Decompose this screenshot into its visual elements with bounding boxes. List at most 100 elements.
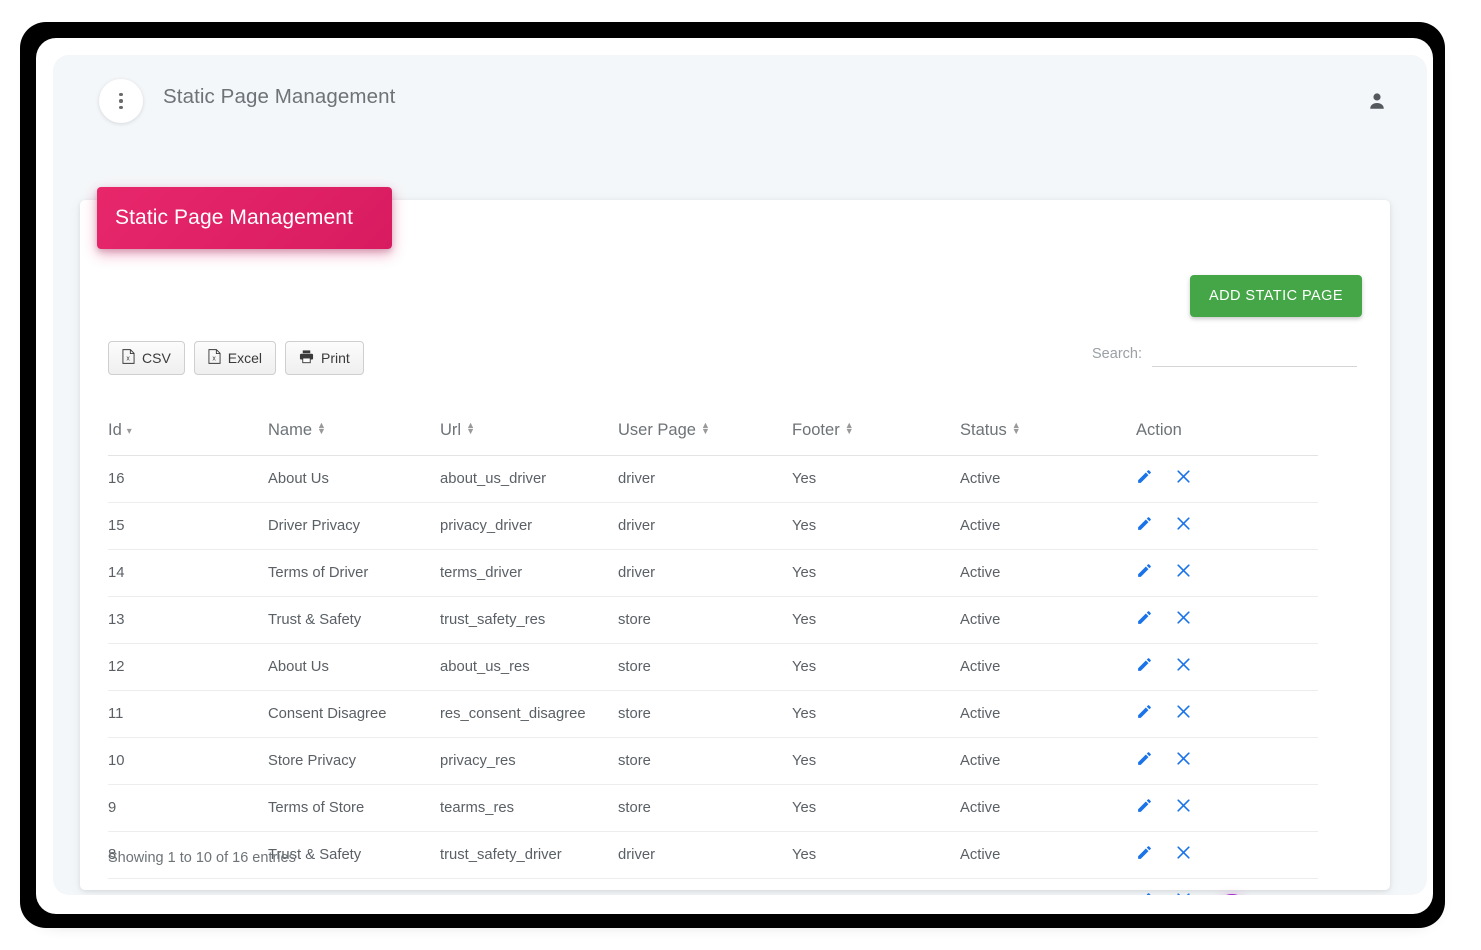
print-label: Print xyxy=(321,350,350,366)
cell-footer: Yes xyxy=(792,878,960,895)
cell-status: Active xyxy=(960,831,1136,879)
user-avatar-icon[interactable] xyxy=(1363,87,1391,115)
table-row: 11 Consent Disagree res_consent_disagree st… xyxy=(108,690,1318,738)
cell-user-page: driver xyxy=(618,502,792,550)
delete-x-icon[interactable] xyxy=(1175,750,1192,771)
delete-x-icon[interactable] xyxy=(1175,844,1192,865)
cell-footer: Yes xyxy=(792,502,960,550)
export-csv-button[interactable]: x CSV xyxy=(108,341,185,375)
cell-name: Driver Privacy xyxy=(268,502,440,550)
printer-icon xyxy=(299,349,314,367)
export-excel-label: Excel xyxy=(227,350,263,366)
cell-footer: Yes xyxy=(792,455,960,503)
cell-url: hospitality xyxy=(440,878,618,895)
cell-name: Consent Disagree xyxy=(268,690,440,738)
export-excel-button[interactable]: x Excel xyxy=(193,341,277,375)
cell-name: Trust & Safety xyxy=(268,596,440,644)
cell-footer: Yes xyxy=(792,690,960,738)
cell-action xyxy=(1136,643,1318,691)
search-input[interactable] xyxy=(1152,342,1357,367)
column-label-footer: Footer xyxy=(792,421,840,439)
table-row: 10 Store Privacy privacy_res store Yes Active xyxy=(108,737,1318,785)
export-csv-label: CSV xyxy=(142,350,171,366)
delete-x-icon[interactable] xyxy=(1175,797,1192,818)
sort-both-icon: ▲ ▼ xyxy=(317,420,326,436)
table-body: 16 About Us about_us_driver driver Yes Active… xyxy=(108,455,1318,895)
pagination-page-1[interactable]: 1 xyxy=(1213,894,1250,895)
delete-x-icon[interactable] xyxy=(1175,609,1192,630)
column-label-name: Name xyxy=(268,421,313,439)
app-viewport: Static Page Management ADD STATIC PAGE x… xyxy=(53,55,1427,895)
sort-both-icon: ▲ ▼ xyxy=(844,420,854,436)
column-label-url: Url xyxy=(440,421,462,439)
cell-action xyxy=(1136,502,1318,550)
pagination-page-2[interactable]: 2 xyxy=(1256,894,1292,895)
export-toolbar: x CSV x Excel Print xyxy=(108,341,364,375)
cell-url: about_us_res xyxy=(440,643,618,691)
edit-pencil-icon[interactable] xyxy=(1136,515,1153,536)
column-header-action: Action xyxy=(1136,421,1318,456)
column-header-url[interactable]: Url ▲ ▼ xyxy=(440,421,618,456)
edit-pencil-icon[interactable] xyxy=(1136,797,1153,818)
table-row: 14 Terms of Driver terms_driver driver Yes Ac… xyxy=(108,549,1318,597)
table-header: Id ▾ Name ▲ ▼ Url ▲ ▼ User Page ▲ ▼ Footer ▲ ▼ St… xyxy=(108,421,1318,456)
delete-x-icon[interactable] xyxy=(1175,656,1192,677)
table-row: 9 Terms of Store tearms_res store Yes Active xyxy=(108,784,1318,832)
cell-status: Active xyxy=(960,878,1136,895)
edit-pencil-icon[interactable] xyxy=(1136,844,1153,865)
cell-user-page: store xyxy=(618,690,792,738)
edit-pencil-icon[interactable] xyxy=(1136,750,1153,771)
cell-name: Store Privacy xyxy=(268,737,440,785)
card-badge-title: Static Page Management xyxy=(115,206,354,229)
cell-id: 14 xyxy=(108,549,268,597)
edit-pencil-icon[interactable] xyxy=(1136,609,1153,630)
cell-footer: Yes xyxy=(792,737,960,785)
cell-user-page: driver xyxy=(618,549,792,597)
file-excel-icon: x xyxy=(122,349,135,367)
svg-text:x: x xyxy=(212,356,216,363)
cell-action xyxy=(1136,455,1318,503)
cell-url: about_us_driver xyxy=(440,455,618,503)
cell-id: 11 xyxy=(108,690,268,738)
column-label-status: Status xyxy=(960,421,1007,439)
column-label-action: Action xyxy=(1136,421,1182,439)
column-header-id[interactable]: Id ▾ xyxy=(108,421,268,456)
delete-x-icon[interactable] xyxy=(1175,703,1192,724)
cell-action xyxy=(1136,690,1318,738)
cell-id: 7 xyxy=(108,878,268,895)
add-static-page-button[interactable]: ADD STATIC PAGE xyxy=(1189,275,1362,317)
cell-id: 12 xyxy=(108,643,268,691)
cell-user-page: store xyxy=(618,643,792,691)
cell-status: Active xyxy=(960,455,1136,503)
cell-url: tearms_res xyxy=(440,784,618,832)
svg-text:x: x xyxy=(126,356,130,363)
edit-pencil-icon[interactable] xyxy=(1136,656,1153,677)
cell-status: Active xyxy=(960,596,1136,644)
kebab-menu-icon[interactable] xyxy=(99,79,143,123)
search-label: Search: xyxy=(1092,346,1142,362)
delete-x-icon[interactable] xyxy=(1175,562,1192,583)
column-header-name[interactable]: Name ▲ ▼ xyxy=(268,421,440,456)
edit-pencil-icon[interactable] xyxy=(1136,703,1153,724)
cell-url: res_consent_disagree xyxy=(440,690,618,738)
table-row: 16 About Us about_us_driver driver Yes Active xyxy=(108,455,1318,503)
edit-pencil-icon[interactable] xyxy=(1136,468,1153,489)
sort-both-icon: ▲ ▼ xyxy=(466,420,475,436)
edit-pencil-icon[interactable] xyxy=(1136,562,1153,583)
static-page-card: ADD STATIC PAGE x CSV x Excel Print Sear… xyxy=(80,200,1390,895)
delete-x-icon[interactable] xyxy=(1175,468,1192,489)
column-header-status[interactable]: Status ▲ ▼ xyxy=(960,421,1136,456)
file-excel-icon: x xyxy=(208,349,221,367)
cell-user-page: driver xyxy=(618,831,792,879)
cell-id: 15 xyxy=(108,502,268,550)
column-header-footer[interactable]: Footer ▲ ▼ xyxy=(792,421,960,456)
delete-x-icon[interactable] xyxy=(1175,515,1192,536)
cell-url: terms_driver xyxy=(440,549,618,597)
column-header-user-page[interactable]: User Page ▲ ▼ xyxy=(618,421,792,456)
cell-status: Active xyxy=(960,643,1136,691)
cell-status: Active xyxy=(960,690,1136,738)
column-label-user-page: User Page xyxy=(618,421,696,439)
table-row: 13 Trust & Safety trust_safety_res store Yes… xyxy=(108,596,1318,644)
cell-action xyxy=(1136,878,1318,895)
print-button[interactable]: Print xyxy=(285,341,364,375)
